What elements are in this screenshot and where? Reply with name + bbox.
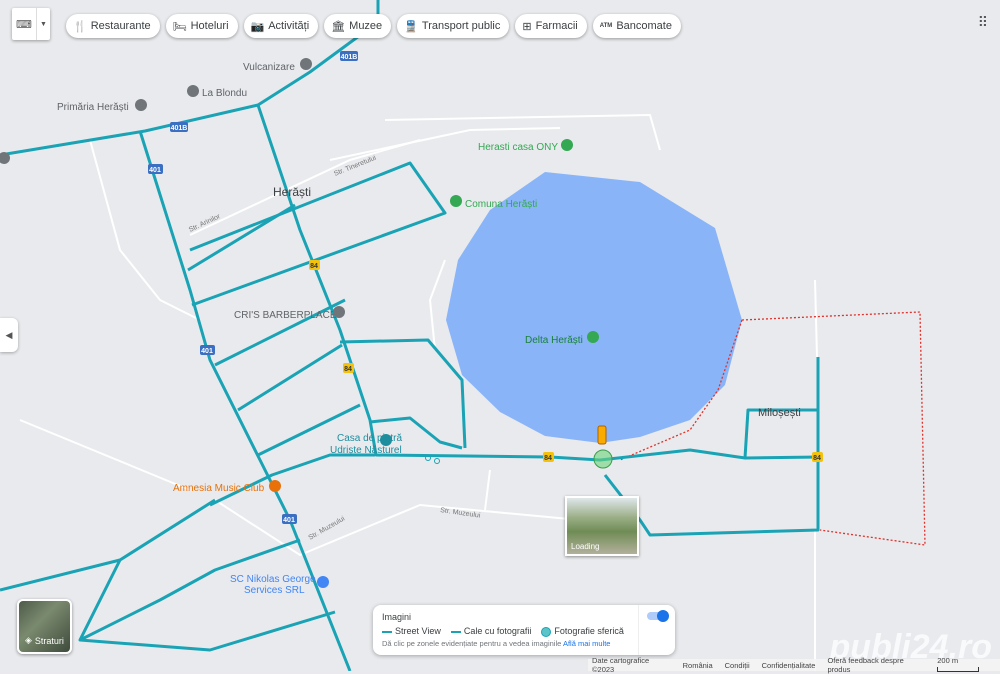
terms-link[interactable]: Condiții — [725, 661, 750, 670]
chip-farmacii[interactable]: ⊞ Farmacii — [515, 14, 587, 38]
privacy-link[interactable]: Confidențialitate — [762, 661, 816, 670]
chip-hoteluri[interactable]: 🛏 Hoteluri — [165, 14, 238, 38]
chip-restaurante[interactable]: 🍴 Restaurante — [66, 14, 160, 38]
street-view-thumbnail[interactable]: Loading — [565, 496, 639, 556]
keyboard-icon[interactable]: ⌨ — [12, 18, 36, 31]
shield-84-text: 84 — [544, 455, 552, 462]
place-la-blondu[interactable]: La Blondu — [202, 88, 247, 99]
street-view-position — [593, 449, 613, 469]
category-chips: 🍴 Restaurante 🛏 Hoteluri 📷 Activități 🏛 Muze… — [66, 14, 681, 38]
pin-icon[interactable] — [187, 85, 199, 97]
chip-label: Restaurante — [90, 20, 151, 32]
apps-grid-icon[interactable]: ⠿ — [978, 14, 988, 31]
place-delta[interactable]: Delta Herăști — [525, 335, 583, 346]
place-barber[interactable]: CRI'S BARBERPLACE — [234, 310, 337, 321]
pharmacy-icon: ⊞ — [522, 20, 532, 33]
place-nikolas[interactable]: Services SRL — [244, 585, 305, 596]
shield-401b-text: 401B — [171, 125, 188, 132]
pin-icon[interactable] — [300, 58, 312, 70]
chip-muzee[interactable]: 🏛 Muzee — [324, 14, 392, 38]
train-icon: 🚆 — [404, 20, 418, 33]
shield-401b-text: 401B — [341, 54, 358, 61]
chip-label: Bancomate — [616, 20, 672, 32]
learn-more-link[interactable]: Află mai multe — [563, 639, 611, 648]
layers-label: Straturi — [34, 636, 64, 646]
shield-401-text: 401 — [149, 167, 161, 174]
shield-84-text: 84 — [813, 455, 821, 462]
tree-icon[interactable] — [450, 195, 462, 207]
museum-icon: 🏛 — [331, 20, 346, 33]
chip-label: Activități — [268, 20, 310, 32]
legend-label: Street View — [395, 626, 441, 637]
legend-title: Imagini — [382, 612, 412, 622]
pegman-icon[interactable] — [597, 425, 607, 445]
shield-84-text: 84 — [310, 263, 318, 270]
place-amnesia[interactable]: Amnesia Music Club — [173, 483, 265, 494]
legend-street-view: Street View — [382, 626, 441, 636]
hotel-icon: 🛏 — [172, 20, 187, 33]
map-canvas[interactable]: 401B 401B 401 401 401 84 84 84 84 Str. T… — [0, 0, 1000, 671]
legend-sferica: Fotografie sferică — [541, 626, 624, 637]
camera-icon: 📷 — [250, 20, 265, 33]
landmark-icon[interactable] — [380, 434, 392, 446]
town-herasti: Herăști — [273, 185, 311, 199]
restaurant-icon: 🍴 — [73, 20, 87, 33]
street-label: Str. Muzeului — [440, 507, 481, 520]
chip-bancomate[interactable]: ATM Bancomate — [592, 14, 681, 38]
shop-icon[interactable] — [317, 576, 329, 588]
place-vulcanizare[interactable]: Vulcanizare — [243, 62, 295, 73]
legend-hint: Dă clic pe zonele evidențiate pentru a v… — [382, 639, 562, 648]
chip-label: Hoteluri — [190, 20, 229, 32]
legend-cale: Cale cu fotografii — [450, 626, 532, 637]
map-footer: Date cartografice ©2023 România Condiții… — [588, 656, 1000, 674]
chip-label: Farmacii — [535, 20, 578, 32]
input-tools-button[interactable]: ⌨ ▼ — [12, 8, 50, 40]
map-data-credit: Date cartografice ©2023 — [592, 656, 650, 674]
park-icon[interactable] — [587, 331, 599, 343]
shield-401-text: 401 — [283, 517, 295, 524]
legend-label: Fotografie sferică — [554, 626, 624, 636]
place-casa-piatra[interactable]: Casa de piatră — [337, 433, 402, 444]
pin-icon[interactable] — [333, 306, 345, 318]
scale-bar[interactable]: 200 m — [937, 656, 1000, 674]
place-primaria[interactable]: Primăria Herăști — [57, 102, 129, 113]
bar-icon[interactable] — [269, 480, 281, 492]
photo-dot[interactable] — [434, 458, 440, 464]
country-link[interactable]: România — [683, 661, 713, 670]
chevron-down-icon[interactable]: ▼ — [36, 8, 50, 40]
chip-transport[interactable]: 🚆 Transport public — [397, 14, 510, 38]
thumbnail-status: Loading — [571, 542, 600, 551]
admin-boundary — [741, 311, 926, 546]
chip-activitati[interactable]: 📷 Activități — [243, 14, 319, 38]
shield-84-text: 84 — [344, 366, 352, 373]
town-hall-icon[interactable] — [135, 99, 147, 111]
place-comuna[interactable]: Comuna Herăști — [465, 199, 537, 210]
village-milosesti: Miloșești — [758, 407, 801, 419]
place-casa-piatra[interactable]: Udriște Năsturel — [330, 445, 402, 456]
layers-icon: ◈ — [25, 635, 32, 645]
place-nikolas[interactable]: SC Nikolas George — [230, 574, 316, 585]
flower-icon[interactable] — [561, 139, 573, 151]
legend-label: Cale cu fotografii — [463, 626, 532, 637]
collapse-panel-button[interactable]: ◀ — [0, 318, 18, 352]
shield-401-text: 401 — [201, 348, 213, 355]
layers-button[interactable]: ◈ Straturi — [17, 599, 72, 654]
atm-icon: ATM — [599, 23, 613, 29]
lake-delta-herasti — [446, 172, 742, 443]
scale-label: 200 m — [937, 656, 959, 665]
street-view-toggle[interactable] — [647, 610, 669, 622]
place-casa-ony[interactable]: Herasti casa ONY — [478, 142, 558, 153]
chip-label: Muzee — [349, 20, 383, 32]
chip-label: Transport public — [421, 20, 501, 32]
imagery-legend: Imagini Street View Cale cu fotografii F… — [373, 605, 675, 655]
feedback-link[interactable]: Oferă feedback despre produs — [827, 656, 925, 674]
